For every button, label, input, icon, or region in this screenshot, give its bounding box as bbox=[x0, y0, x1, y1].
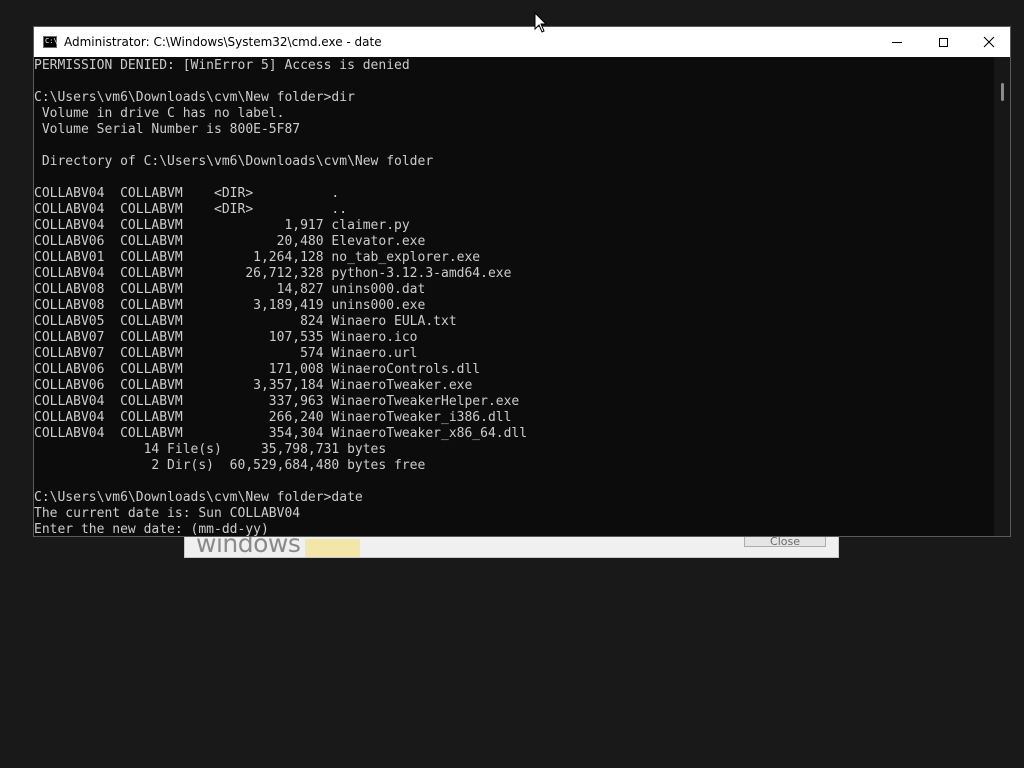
console-line: Volume in drive C has no label. bbox=[34, 106, 285, 121]
maximize-icon bbox=[938, 37, 948, 47]
vertical-scrollbar[interactable] bbox=[994, 57, 1010, 536]
console-line: COLLABV07 COLLABVM 574 Winaero.url bbox=[34, 346, 418, 361]
console-line: C:\Users\vm6\Downloads\cvm\New folder>da… bbox=[34, 490, 363, 505]
console-line: Volume Serial Number is 800E-5F87 bbox=[34, 122, 301, 137]
close-button[interactable] bbox=[966, 27, 1010, 57]
console-line: COLLABV04 COLLABVM <DIR> . bbox=[34, 186, 340, 201]
console-line: PERMISSION DENIED: [WinError 5] Access i… bbox=[34, 58, 410, 73]
console-line: COLLABV08 COLLABVM 3,189,419 unins000.ex… bbox=[34, 298, 426, 313]
console-output[interactable]: PERMISSION DENIED: [WinError 5] Access i… bbox=[34, 57, 994, 537]
background-logo-highlight bbox=[305, 539, 360, 557]
console-line: C:\Users\vm6\Downloads\cvm\New folder>di… bbox=[34, 90, 355, 105]
console-line: COLLABV06 COLLABVM 3,357,184 WinaeroTwea… bbox=[34, 378, 473, 393]
console-line: COLLABV04 COLLABVM 1,917 claimer.py bbox=[34, 218, 410, 233]
console-line: Enter the new date: (mm-dd-yy) bbox=[34, 522, 269, 537]
close-icon bbox=[983, 36, 995, 48]
minimize-button[interactable] bbox=[874, 27, 920, 57]
console-line: 2 Dir(s) 60,529,684,480 bytes free bbox=[34, 458, 426, 473]
window-title: Administrator: C:\Windows\System32\cmd.e… bbox=[64, 35, 382, 49]
console-line: COLLABV04 COLLABVM <DIR> .. bbox=[34, 202, 348, 217]
minimize-icon bbox=[892, 41, 902, 43]
console-line: Directory of C:\Users\vm6\Downloads\cvm\… bbox=[34, 154, 434, 169]
console-line: COLLABV08 COLLABVM 14,827 unins000.dat bbox=[34, 282, 426, 297]
console-line: The current date is: Sun COLLABV04 bbox=[34, 506, 301, 521]
cmd-app-icon[interactable]: C:\ bbox=[43, 36, 58, 48]
console-line: 14 File(s) 35,798,731 bytes bbox=[34, 442, 387, 457]
console-line: COLLABV05 COLLABVM 824 Winaero EULA.txt bbox=[34, 314, 457, 329]
console-line: COLLABV07 COLLABVM 107,535 Winaero.ico bbox=[34, 330, 418, 345]
console-line: COLLABV04 COLLABVM 354,304 WinaeroTweake… bbox=[34, 426, 528, 441]
console-line: COLLABV04 COLLABVM 26,712,328 python-3.1… bbox=[34, 266, 512, 281]
cmd-window[interactable]: C:\ Administrator: C:\Windows\System32\c… bbox=[33, 26, 1011, 537]
desktop: windows Close C:\ Administrator: C:\Wind… bbox=[0, 0, 1024, 768]
title-bar[interactable]: C:\ Administrator: C:\Windows\System32\c… bbox=[34, 27, 1010, 57]
scrollbar-thumb[interactable] bbox=[1001, 83, 1004, 101]
console-line: COLLABV04 COLLABVM 337,963 WinaeroTweake… bbox=[34, 394, 520, 409]
console-line: COLLABV01 COLLABVM 1,264,128 no_tab_expl… bbox=[34, 250, 481, 265]
maximize-button[interactable] bbox=[920, 27, 966, 57]
console-line: COLLABV06 COLLABVM 20,480 Elevator.exe bbox=[34, 234, 426, 249]
console-line: COLLABV06 COLLABVM 171,008 WinaeroContro… bbox=[34, 362, 481, 377]
cmd-app-icon-label: C:\ bbox=[45, 37, 58, 45]
mouse-pointer-icon bbox=[534, 12, 548, 33]
console-line: COLLABV04 COLLABVM 266,240 WinaeroTweake… bbox=[34, 410, 512, 425]
